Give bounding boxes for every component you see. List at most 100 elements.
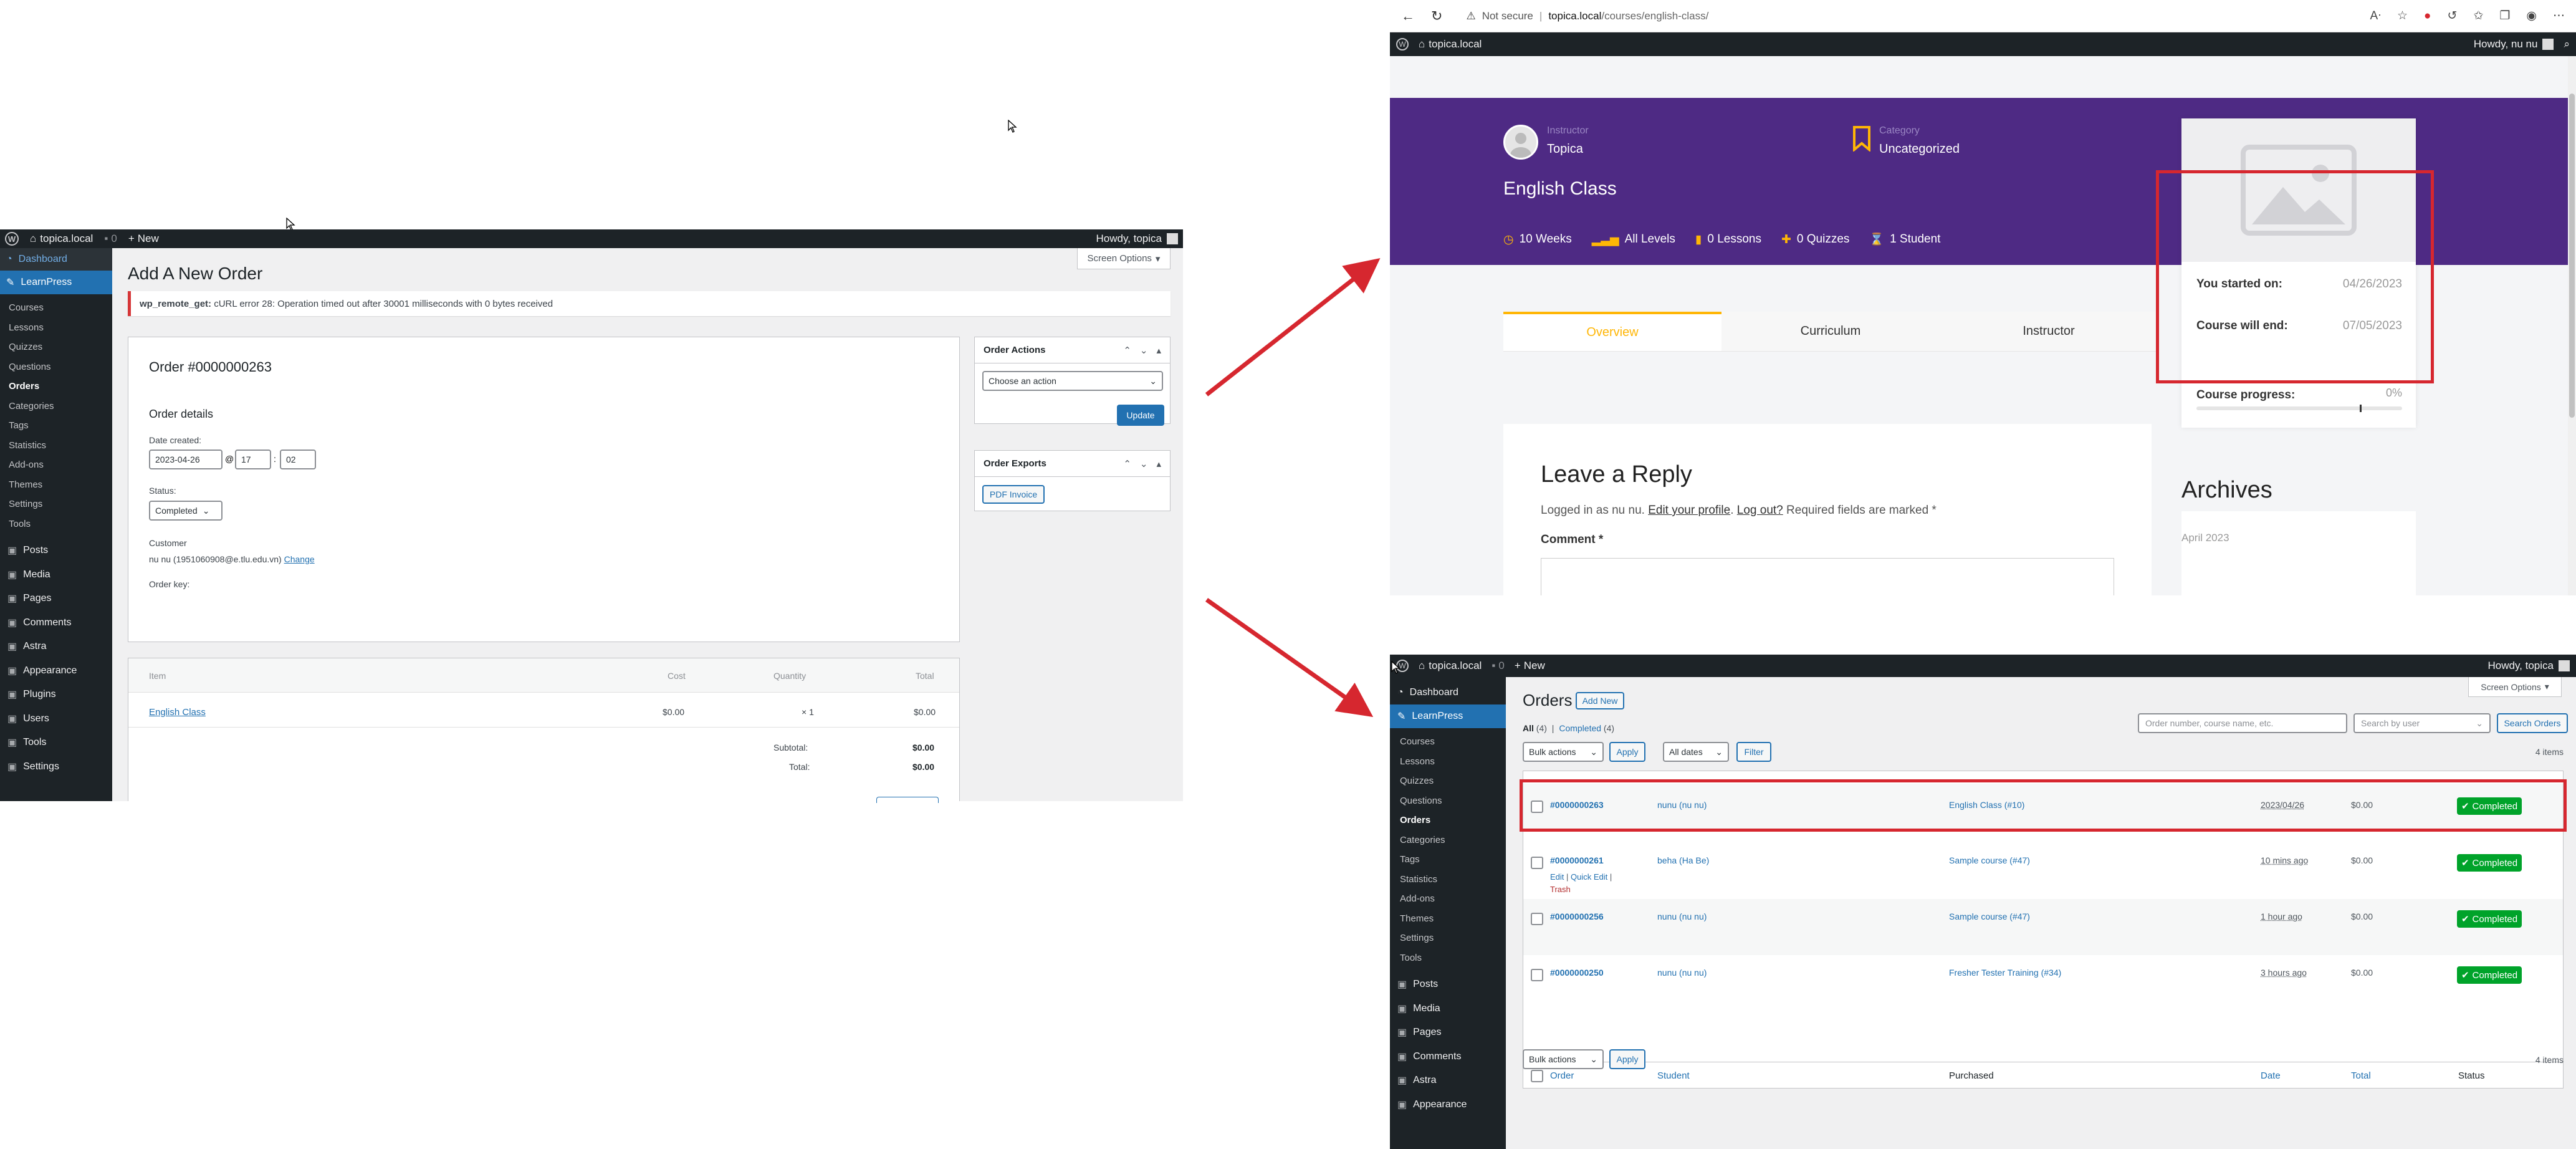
edit-link[interactable]: Edit (1550, 872, 1564, 882)
sidebar-item-dashboard[interactable]: ◔ Dashboard (1390, 681, 1506, 704)
table-row: #0000000261 beha (Ha Be) Sample course (#4… (1523, 843, 2563, 899)
sidebar-item-add-ons[interactable]: Add-ons (1390, 889, 1506, 909)
row-checkbox[interactable] (1531, 913, 1543, 925)
sidebar-item-media[interactable]: ▣ Media (1390, 997, 1506, 1021)
refresh-extension-icon[interactable]: ↺ (2448, 9, 2458, 23)
row-actions: Edit | Quick Edit | Trash (1550, 872, 1612, 894)
filter-completed[interactable]: Completed (1559, 723, 1601, 733)
student-link[interactable]: nunu (nu nu) (1657, 911, 1707, 921)
bulk-actions-select[interactable]: Bulk actions ⌄ (1523, 742, 1604, 762)
sidebar-item-settings[interactable]: Settings (1390, 928, 1506, 948)
row-checkbox[interactable] (1531, 857, 1543, 869)
favorites-bar-icon[interactable]: ✩ (2473, 9, 2483, 23)
bulk-actions-select-bottom[interactable]: Bulk actions ⌄ (1523, 1049, 1604, 1069)
sidebar-item-astra[interactable]: ▣ Astra (1390, 1069, 1506, 1093)
table-footer: Order Student Purchased Date Total Statu… (1523, 1062, 2563, 1089)
col-status: Status (2458, 1070, 2485, 1081)
site-link[interactable]: ⌂ topica.local (1419, 660, 1482, 672)
page-scrollbar[interactable] (2568, 56, 2576, 595)
apply-button-bottom[interactable]: Apply (1609, 1049, 1645, 1069)
edit-profile-link[interactable]: Edit your profile (1648, 504, 1730, 517)
search-orders-button[interactable]: Search Orders (2497, 713, 2568, 733)
howdy-user[interactable]: Howdy, topica (2487, 660, 2570, 672)
student-icon: ⌛ (1869, 233, 1885, 246)
favorite-icon[interactable]: ☆ (2397, 9, 2408, 23)
sidebar-item-statistics[interactable]: Statistics (1390, 870, 1506, 890)
order-link[interactable]: #0000000256 (1550, 911, 1604, 921)
select-all-checkbox[interactable] (1531, 1070, 1543, 1082)
instructor-label: Instructor (1547, 125, 1589, 136)
order-link[interactable]: #0000000261 (1550, 855, 1604, 865)
apply-button[interactable]: Apply (1609, 742, 1645, 762)
instructor-name[interactable]: Topica (1547, 142, 1583, 156)
sidebar-item-pages[interactable]: ▣ Pages (1390, 1021, 1506, 1045)
sidebar-item-courses[interactable]: Courses (1390, 732, 1506, 752)
appearance-icon: ▣ (1397, 1099, 1407, 1110)
home-icon: ⌂ (1419, 38, 1425, 50)
student-link[interactable]: nunu (nu nu) (1657, 968, 1707, 978)
bookmark-icon (1852, 125, 1871, 155)
trash-link[interactable]: Trash (1550, 885, 1571, 894)
collections-icon[interactable]: ❐ (2499, 9, 2510, 23)
screen-options-button[interactable]: Screen Options ▾ (2468, 677, 2562, 697)
quick-edit-link[interactable]: Quick Edit (1571, 872, 1607, 882)
row-checkbox[interactable] (1531, 969, 1543, 981)
dashboard-icon: ◔ (1397, 687, 1404, 698)
sidebar-item-posts[interactable]: ▣ Posts (1390, 973, 1506, 997)
profile-icon[interactable]: ◉ (2526, 9, 2537, 23)
sidebar-item-orders[interactable]: Orders (1390, 810, 1506, 830)
tab-instructor[interactable]: Instructor (1940, 312, 2158, 351)
filter-all[interactable]: All (1523, 723, 1534, 733)
sidebar-item-themes[interactable]: Themes (1390, 909, 1506, 929)
back-icon[interactable]: ← (1401, 8, 1415, 24)
tab-curriculum[interactable]: Curriculum (1721, 312, 1940, 351)
archive-link[interactable]: April 2023 (2181, 532, 2229, 544)
search-icon[interactable]: ⌕ (2564, 38, 2570, 50)
search-user-select[interactable]: Search by user ⌄ (2353, 713, 2491, 733)
comments-link[interactable]: ▪ 0 (1491, 660, 1505, 672)
new-link[interactable]: + New (1515, 660, 1545, 672)
col-order[interactable]: Order (1550, 1070, 1574, 1081)
admin-sidebar: ◔ Dashboard ✎ LearnPress Courses Lessons Qui… (1390, 677, 1506, 1149)
sidebar-item-categories[interactable]: Categories (1390, 830, 1506, 850)
meta-level: ▂▃▅ All Levels (1591, 233, 1675, 246)
sidebar-item-tools[interactable]: Tools (1390, 948, 1506, 968)
sidebar-item-quizzes[interactable]: Quizzes (1390, 771, 1506, 791)
sidebar-item-comments[interactable]: ▣ Comments (1390, 1045, 1506, 1069)
howdy-user[interactable]: Howdy, nu nu (2474, 38, 2554, 50)
status-badge: ✔ Completed (2457, 966, 2522, 984)
extension-icon[interactable]: ● (2424, 9, 2431, 23)
order-link[interactable]: #0000000250 (1550, 968, 1604, 978)
student-link[interactable]: beha (Ha Be) (1657, 855, 1709, 865)
astra-icon: ▣ (1397, 1075, 1407, 1087)
reload-icon[interactable]: ↻ (1431, 8, 1442, 24)
sidebar-item-lessons[interactable]: Lessons (1390, 752, 1506, 772)
logout-link[interactable]: Log out? (1737, 504, 1783, 517)
meta-students: ⌛ 1 Student (1869, 233, 1941, 246)
sidebar-item-learnpress[interactable]: ✎ LearnPress (1390, 704, 1506, 728)
sidebar-main-menu: ▣ Posts ▣ Media ▣ Pages ▣ Comments ▣ Astra ▣ Appear… (1390, 968, 1506, 1117)
dates-select[interactable]: All dates ⌄ (1663, 742, 1729, 762)
add-new-button[interactable]: Add New (1576, 692, 1624, 709)
search-input[interactable]: Order number, course name, etc. (2138, 713, 2347, 733)
col-date[interactable]: Date (2261, 1070, 2281, 1081)
site-link[interactable]: ⌂ topica.local (1419, 38, 1482, 50)
filter-button[interactable]: Filter (1736, 742, 1771, 762)
purchased-link[interactable]: Sample course (#47) (1949, 855, 2030, 865)
comment-textarea[interactable] (1541, 558, 2114, 595)
col-student[interactable]: Student (1657, 1070, 1690, 1081)
media-icon: ▣ (1397, 1003, 1407, 1014)
purchased-link[interactable]: Fresher Tester Training (#34) (1949, 968, 2061, 978)
address-bar[interactable]: ⚠ Not secure | topica.local/courses/engl… (1466, 10, 1708, 22)
read-aloud-icon[interactable]: Aᐧ (2370, 9, 2381, 23)
sidebar-item-appearance[interactable]: ▣ Appearance (1390, 1093, 1506, 1117)
sidebar-item-tags[interactable]: Tags (1390, 850, 1506, 870)
more-menu-icon[interactable]: ⋯ (2553, 9, 2565, 23)
tab-overview[interactable]: Overview (1503, 312, 1721, 351)
sidebar-item-questions[interactable]: Questions (1390, 791, 1506, 811)
purchased-link[interactable]: Sample course (#47) (1949, 911, 2030, 921)
archives-widget: Archives April 2023 (2181, 477, 2416, 595)
category-name[interactable]: Uncategorized (1879, 142, 1960, 156)
wordpress-logo-icon[interactable]: W (1396, 38, 1409, 50)
col-total[interactable]: Total (2351, 1070, 2371, 1081)
